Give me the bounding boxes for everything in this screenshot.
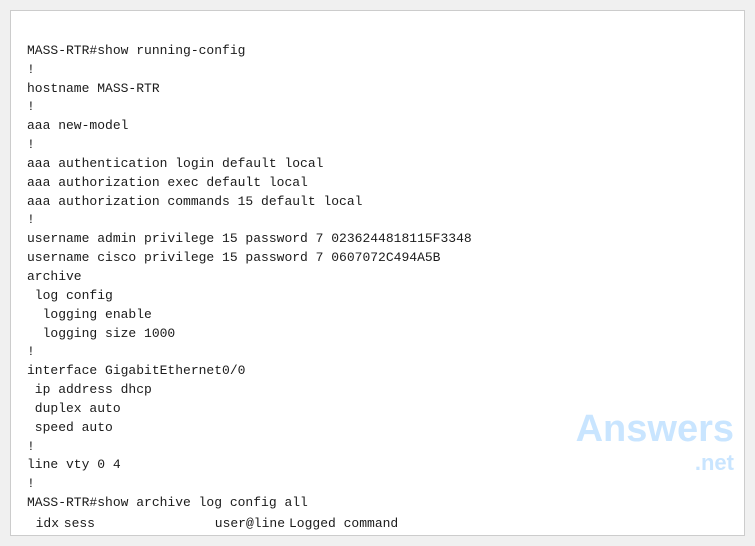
terminal-window: MASS-RTR#show running-config ! hostname … — [10, 10, 745, 536]
col-logged-header: Logged command — [289, 515, 728, 534]
row1-sess: 1 — [63, 534, 99, 536]
row1-idx: 1 — [27, 534, 63, 536]
archive-table: idx sess user@line Logged command 1 1 co… — [27, 515, 728, 536]
table-row: 1 1 console@console |interface GigabitEt… — [27, 534, 728, 536]
archive-command: MASS-RTR#show archive log config all — [27, 494, 728, 513]
col-user-header: user@line — [99, 515, 289, 534]
row1-logged: |interface GigabitEthernet0/0 — [289, 534, 728, 536]
row1-user: console@console — [99, 534, 289, 536]
col-idx-header: idx — [27, 515, 63, 534]
table-header: idx sess user@line Logged command — [27, 515, 728, 534]
terminal-output: MASS-RTR#show running-config ! hostname … — [27, 23, 728, 494]
col-sess-header: sess — [63, 515, 99, 534]
